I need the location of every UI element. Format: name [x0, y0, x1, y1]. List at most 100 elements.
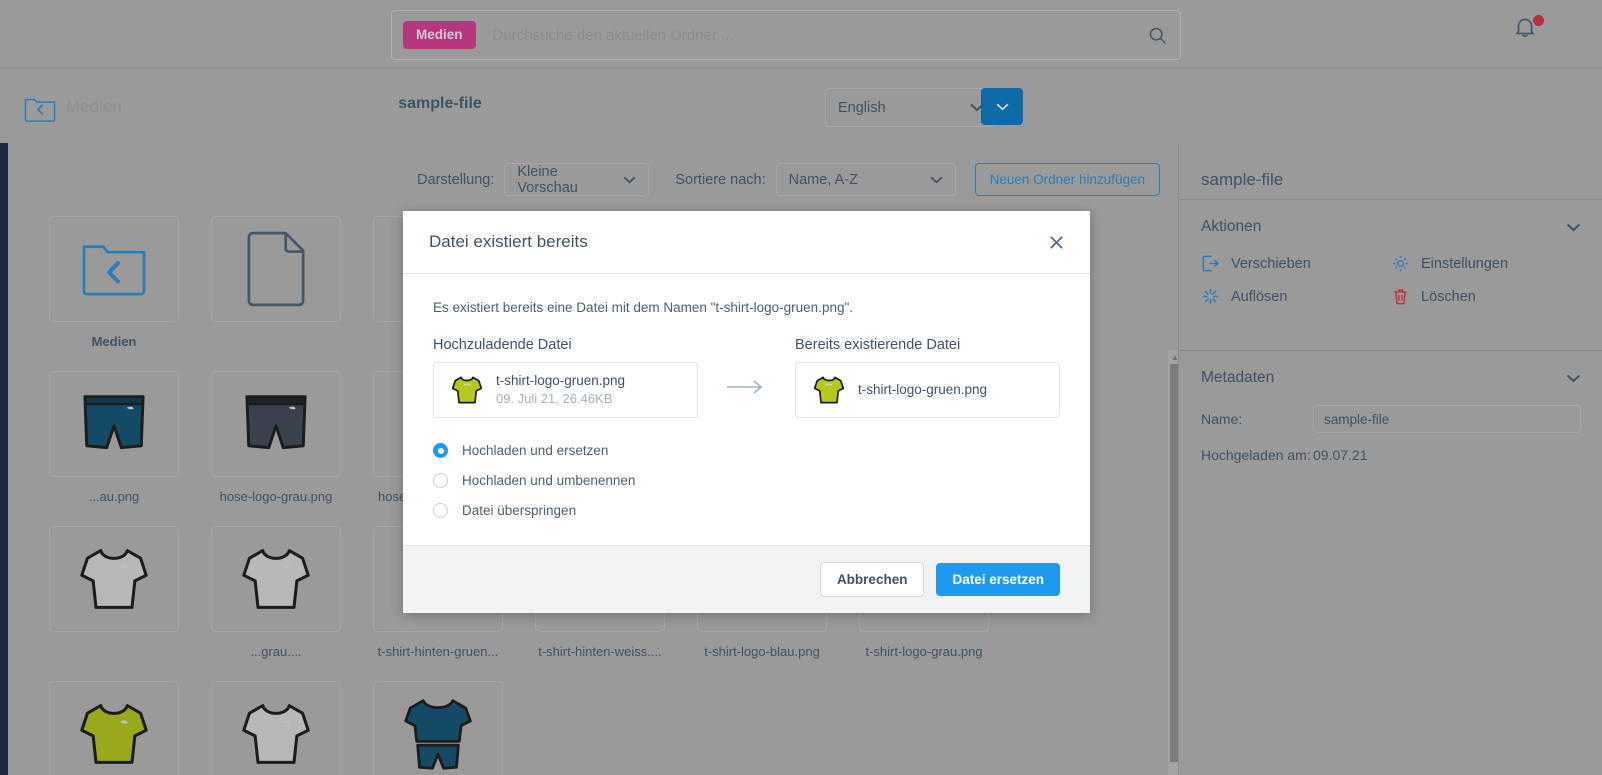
media-grid-item[interactable]: t-shirt-logo-gruen.png	[33, 681, 195, 775]
search-icon[interactable]	[1134, 25, 1180, 46]
metadata-name-input[interactable]: sample-file	[1313, 405, 1581, 433]
metadata-section-title: Metadaten	[1201, 369, 1275, 386]
radio-button[interactable]	[433, 503, 448, 518]
radio-button[interactable]	[433, 443, 448, 458]
arrow-right-icon	[698, 337, 795, 395]
chevron-down-icon[interactable]	[1566, 374, 1581, 383]
metadata-section: Metadaten Name: sample-file Hochgeladen am…	[1179, 350, 1602, 477]
metadata-value: 09.07.21	[1313, 447, 1368, 463]
upload-files-button[interactable]: Dateien hochladen	[981, 88, 1023, 125]
dialog-header: Datei existiert bereits	[403, 211, 1090, 274]
chevron-down-icon[interactable]	[1566, 223, 1581, 232]
dissolve-icon	[1201, 287, 1231, 306]
details-panel: sample-file Aktionen Verschieben Einstell…	[1178, 143, 1602, 775]
scrollbar-thumb[interactable]	[1170, 364, 1178, 762]
dialog-title: Datei existiert bereits	[429, 232, 588, 251]
action-einstellungen[interactable]: Einstellungen	[1391, 254, 1581, 273]
chevron-down-icon	[609, 176, 636, 184]
metadata-key: Hochgeladen am:	[1201, 447, 1311, 463]
media-grid-item-label: ...grau....	[250, 644, 302, 659]
shirt-white-icon	[211, 681, 341, 775]
metadata-row: Name: sample-file	[1179, 405, 1602, 433]
media-grid-item-label: t-shirt-hinten-gruen...	[377, 644, 499, 659]
action-label: Einstellungen	[1421, 255, 1509, 272]
trash-icon	[1391, 287, 1421, 306]
view-select[interactable]: Kleine Vorschau	[504, 163, 650, 196]
media-grid-item[interactable]: hose-logo-grau.png	[195, 371, 357, 504]
file-blank-icon	[211, 216, 341, 322]
action-auflsen[interactable]: Auflösen	[1201, 287, 1391, 306]
media-manager-app: Medien Medien sample-file	[0, 0, 1602, 775]
uploading-file-title: Hochzuladende Datei	[433, 337, 572, 353]
add-folder-button[interactable]: Neuen Ordner hinzufügen	[974, 163, 1160, 196]
conflict-option-label: Hochladen und umbenennen	[462, 473, 636, 488]
cancel-button-label: Abbrechen	[836, 572, 908, 587]
browser-toolbar: Darstellung: Kleine Vorschau Sortiere na…	[8, 163, 1170, 196]
details-panel-title: sample-file	[1201, 170, 1284, 189]
add-folder-label: Neuen Ordner hinzufügen	[989, 172, 1145, 187]
gear-icon	[1391, 254, 1421, 273]
close-icon[interactable]	[1049, 235, 1064, 250]
action-label: Verschieben	[1231, 255, 1311, 272]
actions-section: Aktionen Verschieben Einstellungen Auflöse…	[1179, 199, 1602, 342]
content-scrollbar[interactable]: ▲	[1168, 350, 1178, 775]
media-grid-item-label: t-shirt-hinten-weiss....	[538, 644, 662, 659]
media-grid-item[interactable]	[33, 526, 195, 659]
media-grid-item-label: t-shirt-logo-grau.png	[865, 644, 983, 659]
page-title: sample-file	[398, 95, 482, 112]
metadata-row: Hochgeladen am: 09.07.21	[1179, 447, 1602, 463]
shirt-white-icon	[49, 526, 179, 632]
view-select-value: Kleine Vorschau	[517, 163, 578, 196]
action-label: Löschen	[1421, 288, 1476, 305]
language-select-value: English	[838, 99, 886, 116]
shirt-green-thumbnail-icon	[806, 374, 852, 406]
notifications-bell-icon[interactable]	[1512, 14, 1546, 48]
view-label: Darstellung:	[416, 171, 495, 188]
media-grid-item[interactable]: ...grau....	[195, 526, 357, 659]
conflict-option-label: Datei überspringen	[462, 503, 577, 518]
existing-file-card: t-shirt-logo-gruen.png	[795, 362, 1060, 418]
scroll-up-arrow-icon[interactable]: ▲	[1168, 350, 1178, 364]
uploading-file-meta: 09. Juli 21, 26.46KB	[496, 391, 613, 407]
dialog-body: Es existiert bereits eine Datei mit dem …	[403, 274, 1090, 518]
metadata-list: Name: sample-file Hochgeladen am: 09.07.21	[1179, 405, 1602, 463]
language-select[interactable]: English	[825, 88, 997, 127]
sort-select[interactable]: Name, A-Z	[775, 163, 956, 196]
media-grid-item-label: ...au.png	[88, 489, 140, 504]
conflict-option[interactable]: Hochladen und ersetzen	[433, 443, 1060, 458]
replace-file-button[interactable]: Datei ersetzen	[936, 563, 1060, 596]
actions-section-header[interactable]: Aktionen	[1179, 200, 1602, 254]
media-grid-item-label: t-shirt-logo-blau.png	[704, 644, 820, 659]
media-grid-item[interactable]: ...au.png	[33, 371, 195, 504]
action-verschieben[interactable]: Verschieben	[1201, 254, 1391, 273]
uploading-file-card: t-shirt-logo-gruen.png 09. Juli 21, 26.4…	[433, 362, 698, 418]
cancel-button[interactable]: Abbrechen	[819, 562, 925, 597]
existing-file-title: Bereits existierende Datei	[795, 337, 961, 353]
search-input[interactable]	[475, 25, 1134, 45]
existing-file-column: Bereits existierende Datei t-shirt-logo-…	[795, 337, 1060, 418]
media-grid-item-label: hose-logo-grau.png	[219, 489, 333, 504]
folder-up-icon	[49, 216, 179, 322]
conflict-option[interactable]: Hochladen und umbenennen	[433, 473, 1060, 488]
media-grid-item[interactable]: trikot-hinten-blau.png	[357, 681, 519, 775]
sort-select-value: Name, A-Z	[788, 171, 858, 188]
shorts-dark-icon	[211, 371, 341, 477]
media-grid-item[interactable]: Medien	[33, 216, 195, 349]
action-lschen[interactable]: Löschen	[1391, 287, 1581, 306]
search-bar[interactable]: Medien	[391, 10, 1181, 60]
radio-button[interactable]	[433, 473, 448, 488]
conflict-option-label: Hochladen und ersetzen	[462, 443, 609, 458]
notification-badge-dot	[1533, 15, 1544, 26]
search-context-badge[interactable]: Medien	[403, 21, 476, 49]
shirt-green-icon	[49, 681, 179, 775]
file-exists-dialog: Datei existiert bereits Es existiert ber…	[403, 211, 1090, 613]
media-grid-item[interactable]	[195, 216, 357, 349]
left-accent-stripe	[0, 143, 8, 775]
dialog-footer: Abbrechen Datei ersetzen	[403, 545, 1090, 613]
media-grid-item[interactable]: t-shirt-logo-weiss.png	[195, 681, 357, 775]
conflict-option[interactable]: Datei überspringen	[433, 503, 1060, 518]
shirt-green-thumbnail-icon	[444, 374, 490, 406]
upload-options-dropdown[interactable]	[981, 88, 1023, 125]
metadata-section-header[interactable]: Metadaten	[1179, 351, 1602, 405]
top-search-bar: Medien	[0, 0, 1602, 68]
